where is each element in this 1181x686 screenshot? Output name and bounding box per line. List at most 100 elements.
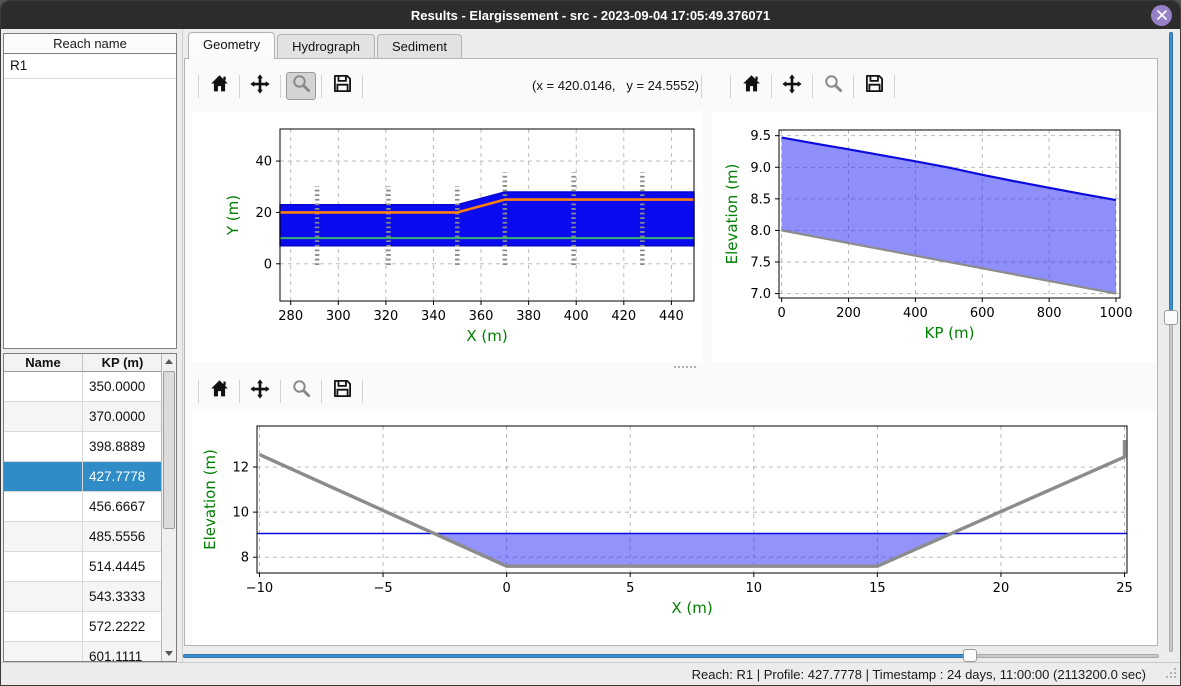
column-header-kp[interactable]: KP (m) bbox=[83, 354, 162, 371]
pan-button[interactable] bbox=[777, 72, 807, 100]
svg-text:420: 420 bbox=[611, 309, 636, 324]
svg-text:600: 600 bbox=[970, 306, 995, 321]
zoom-button[interactable] bbox=[286, 377, 316, 405]
plan-view-chart[interactable]: 28030032034036038040042044002040X (m)Y (… bbox=[192, 111, 703, 363]
titlebar: Results - Elargissement - src - 2023-09-… bbox=[1, 1, 1180, 29]
tabbar: GeometryHydrographSediment bbox=[188, 31, 464, 59]
pan-button[interactable] bbox=[245, 377, 275, 405]
cell-kp: 514.4445 bbox=[83, 552, 162, 581]
cell-name bbox=[4, 492, 83, 521]
svg-text:KP (m): KP (m) bbox=[925, 324, 975, 342]
cursor-coordinates: (x = 420.0146, y = 24.5552) bbox=[485, 69, 699, 103]
profile-table-header: Name KP (m) bbox=[4, 354, 162, 372]
svg-text:25: 25 bbox=[1116, 581, 1133, 596]
table-row[interactable]: 572.2222 bbox=[4, 612, 162, 642]
svg-text:Y (m): Y (m) bbox=[224, 195, 242, 236]
save-button[interactable] bbox=[859, 72, 889, 100]
scroll-up-button[interactable] bbox=[162, 354, 176, 369]
cell-kp: 456.6667 bbox=[83, 492, 162, 521]
zoom-button[interactable] bbox=[818, 72, 848, 100]
table-row[interactable]: 398.8889 bbox=[4, 432, 162, 462]
cross-section-chart[interactable]: −10−5051015202581012X (m)Elevation (m) bbox=[192, 411, 1156, 645]
time-slider[interactable] bbox=[183, 649, 1159, 662]
svg-text:400: 400 bbox=[903, 306, 928, 321]
cell-name bbox=[4, 552, 83, 581]
cell-kp: 485.5556 bbox=[83, 522, 162, 551]
profile-slider-fill bbox=[1169, 32, 1173, 317]
home-icon bbox=[210, 379, 229, 403]
svg-text:5: 5 bbox=[626, 581, 634, 596]
svg-text:12: 12 bbox=[232, 461, 249, 476]
home-button[interactable] bbox=[204, 72, 234, 100]
pan-icon bbox=[250, 379, 270, 404]
svg-text:9.5: 9.5 bbox=[750, 129, 771, 144]
cell-kp: 601.1111 bbox=[83, 642, 162, 662]
zoom-icon bbox=[292, 74, 311, 98]
time-slider-handle[interactable] bbox=[963, 649, 977, 662]
app-window: Results - Elargissement - src - 2023-09-… bbox=[0, 0, 1181, 686]
svg-text:Elevation (m): Elevation (m) bbox=[201, 449, 219, 550]
save-button[interactable] bbox=[327, 72, 357, 100]
cell-kp: 350.0000 bbox=[83, 372, 162, 401]
svg-text:20: 20 bbox=[255, 206, 272, 221]
statusbar: Reach: R1 | Profile: 427.7778 | Timestam… bbox=[1, 662, 1180, 686]
splitter-handle[interactable] bbox=[663, 364, 707, 370]
zoom-button[interactable] bbox=[286, 72, 316, 100]
close-icon bbox=[1157, 7, 1167, 25]
save-icon bbox=[865, 74, 884, 98]
cell-name bbox=[4, 402, 83, 431]
svg-text:1000: 1000 bbox=[1099, 306, 1132, 321]
cell-kp: 398.8889 bbox=[83, 432, 162, 461]
scroll-down-button[interactable] bbox=[162, 646, 176, 661]
table-row[interactable]: 485.5556 bbox=[4, 522, 162, 552]
profile-slider-handle[interactable] bbox=[1164, 310, 1178, 325]
svg-text:200: 200 bbox=[836, 306, 861, 321]
svg-text:Elevation (m): Elevation (m) bbox=[723, 164, 741, 265]
resize-grip[interactable] bbox=[1165, 666, 1177, 684]
svg-text:X (m): X (m) bbox=[466, 327, 507, 345]
table-row[interactable]: 427.7778 bbox=[4, 462, 162, 492]
table-row[interactable]: 601.1111 bbox=[4, 642, 162, 662]
cell-name bbox=[4, 522, 83, 551]
profile-slider[interactable] bbox=[1160, 29, 1181, 662]
svg-text:400: 400 bbox=[564, 309, 589, 324]
save-button[interactable] bbox=[327, 377, 357, 405]
svg-text:440: 440 bbox=[659, 309, 684, 324]
home-button[interactable] bbox=[736, 72, 766, 100]
tab-sediment[interactable]: Sediment bbox=[377, 34, 462, 59]
column-header-name[interactable]: Name bbox=[4, 354, 83, 371]
status-text: Reach: R1 | Profile: 427.7778 | Timestam… bbox=[692, 663, 1146, 686]
time-slider-fill bbox=[183, 654, 970, 658]
long-profile-chart[interactable]: 020040060080010007.07.58.08.59.09.5KP (m… bbox=[712, 111, 1156, 363]
table-row[interactable]: 456.6667 bbox=[4, 492, 162, 522]
svg-text:0: 0 bbox=[502, 581, 510, 596]
cell-name bbox=[4, 432, 83, 461]
svg-text:8.0: 8.0 bbox=[750, 224, 771, 239]
plots-frame: (x = 420.0146, y = 24.5552) bbox=[184, 58, 1158, 646]
table-row[interactable]: 370.0000 bbox=[4, 402, 162, 432]
plan-toolbar bbox=[193, 69, 368, 103]
zoom-icon bbox=[292, 379, 311, 403]
svg-text:800: 800 bbox=[1037, 306, 1062, 321]
table-row[interactable]: 514.4445 bbox=[4, 552, 162, 582]
tab-geometry[interactable]: Geometry bbox=[188, 32, 275, 59]
svg-text:0: 0 bbox=[264, 257, 272, 272]
table-row[interactable]: 543.3333 bbox=[4, 582, 162, 612]
list-item-reach[interactable]: R1 bbox=[4, 54, 176, 79]
long-profile-toolbar bbox=[725, 69, 900, 103]
close-button[interactable] bbox=[1151, 5, 1172, 26]
cell-kp: 370.0000 bbox=[83, 402, 162, 431]
save-icon bbox=[333, 379, 352, 403]
pan-button[interactable] bbox=[245, 72, 275, 100]
tab-hydrograph[interactable]: Hydrograph bbox=[277, 34, 375, 59]
table-scrollbar[interactable] bbox=[161, 354, 176, 661]
scrollbar-thumb[interactable] bbox=[163, 371, 175, 529]
home-button[interactable] bbox=[204, 377, 234, 405]
reach-name-header: Reach name bbox=[3, 33, 177, 54]
cell-kp: 572.2222 bbox=[83, 612, 162, 641]
table-row[interactable]: 350.0000 bbox=[4, 372, 162, 402]
cell-name bbox=[4, 612, 83, 641]
cross-section-toolbar bbox=[193, 374, 368, 408]
svg-text:320: 320 bbox=[373, 309, 398, 324]
cell-name bbox=[4, 462, 83, 491]
